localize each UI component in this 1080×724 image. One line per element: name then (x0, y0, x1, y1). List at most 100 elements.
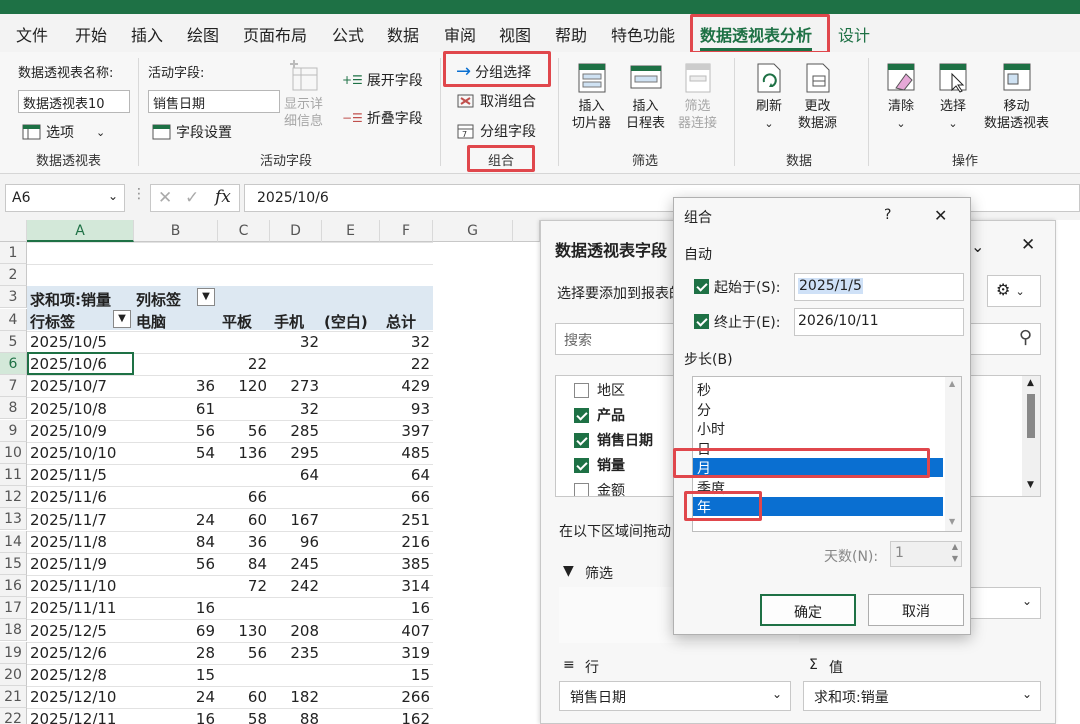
row-date-cell[interactable]: 2025/10/5 (30, 331, 134, 353)
ok-button[interactable]: 确定 (760, 594, 856, 626)
filter-connections-button[interactable]: 筛选 器连接 (678, 60, 717, 132)
field-item[interactable]: 销量 (574, 455, 625, 475)
group-field-button[interactable]: 7 分组字段 (456, 121, 536, 141)
tab-data[interactable]: 数据 (387, 22, 419, 46)
total-value-cell[interactable]: 162 (380, 708, 433, 724)
pane-close-icon[interactable]: ✕ (1021, 235, 1035, 255)
clear-button[interactable]: 清除 ⌄ (884, 60, 918, 132)
total-value-cell[interactable]: 251 (380, 509, 433, 531)
computer-value-cell[interactable]: 56 (134, 553, 218, 575)
insert-timeline-button[interactable]: 插入 日程表 (626, 60, 665, 132)
options-button[interactable]: 选项 ⌄ (22, 122, 105, 142)
phone-value-cell[interactable] (270, 353, 322, 375)
computer-value-cell[interactable] (134, 331, 218, 353)
total-value-cell[interactable]: 266 (380, 686, 433, 708)
values-area-field[interactable]: 求和项:销量 ⌄ (803, 681, 1041, 711)
row-date-cell[interactable]: 2025/11/6 (30, 486, 134, 508)
phone-value-cell[interactable]: 235 (270, 642, 322, 664)
phone-value-cell[interactable]: 273 (270, 375, 322, 397)
column-header-f[interactable]: F (380, 220, 433, 242)
help-icon[interactable]: ? (884, 207, 891, 223)
field-item[interactable]: 金额 (574, 480, 625, 496)
row-date-cell[interactable]: 2025/10/10 (30, 442, 134, 464)
start-auto-checkbox[interactable] (694, 279, 709, 294)
row-date-cell[interactable]: 2025/11/9 (30, 553, 134, 575)
cancel-button[interactable]: 取消 (868, 594, 964, 626)
total-value-cell[interactable]: 397 (380, 420, 433, 442)
total-value-cell[interactable]: 16 (380, 597, 433, 619)
total-value-cell[interactable]: 485 (380, 442, 433, 464)
computer-value-cell[interactable]: 61 (134, 398, 218, 420)
scroll-up-icon[interactable]: ▲ (1027, 378, 1034, 388)
phone-value-cell[interactable]: 32 (270, 398, 322, 420)
name-box[interactable]: A6 ⌄ (5, 184, 125, 212)
end-input[interactable]: 2026/10/11 (794, 308, 964, 336)
computer-value-cell[interactable]: 28 (134, 642, 218, 664)
row-date-cell[interactable]: 2025/10/8 (30, 398, 134, 420)
tablet-value-cell[interactable]: 56 (218, 642, 270, 664)
step-option[interactable]: 小时 (693, 419, 943, 438)
tablet-value-cell[interactable]: 60 (218, 686, 270, 708)
row-header[interactable]: 11 (0, 464, 27, 486)
tablet-value-cell[interactable]: 58 (218, 708, 270, 724)
row-header[interactable]: 5 (0, 330, 27, 353)
columns-dropdown-icon[interactable]: ⌄ (1022, 594, 1032, 608)
name-box-dropdown-icon[interactable]: ⌄ (108, 189, 118, 203)
step-scroll-down-icon[interactable]: ▼ (949, 517, 955, 526)
phone-value-cell[interactable]: 245 (270, 553, 322, 575)
row-date-cell[interactable]: 2025/11/5 (30, 464, 134, 486)
row-header[interactable]: 22 (0, 708, 27, 724)
tablet-value-cell[interactable]: 22 (218, 353, 270, 375)
tab-design[interactable]: 设计 (838, 22, 870, 46)
row-header[interactable]: 6 (0, 353, 27, 375)
computer-value-cell[interactable] (134, 486, 218, 508)
total-value-cell[interactable]: 66 (380, 486, 433, 508)
field-checkbox[interactable] (574, 457, 589, 473)
row-date-cell[interactable]: 2025/11/7 (30, 509, 134, 531)
step-scroll-up-icon[interactable]: ▲ (949, 379, 955, 388)
computer-value-cell[interactable]: 69 (134, 620, 218, 642)
tablet-value-cell[interactable] (218, 597, 270, 619)
total-value-cell[interactable]: 93 (380, 398, 433, 420)
row-header[interactable]: 9 (0, 419, 27, 442)
pane-options-icon[interactable]: ⌄ (971, 237, 984, 256)
row-header[interactable]: 21 (0, 686, 27, 708)
tablet-value-cell[interactable]: 36 (218, 531, 270, 553)
tab-formulas[interactable]: 公式 (332, 22, 364, 46)
start-input[interactable]: 2025/1/5 (794, 273, 964, 301)
tab-page-layout[interactable]: 页面布局 (243, 22, 307, 46)
collapse-field-button[interactable]: −☰ 折叠字段 (342, 108, 423, 128)
column-header-a[interactable]: A (27, 220, 134, 242)
row-header[interactable]: 16 (0, 575, 27, 597)
field-settings-button[interactable]: 字段设置 (152, 122, 232, 142)
phone-value-cell[interactable] (270, 486, 322, 508)
row-header[interactable]: 4 (0, 308, 27, 331)
tab-help[interactable]: 帮助 (555, 22, 587, 46)
rows-field-dropdown-icon[interactable]: ⌄ (772, 687, 782, 701)
computer-value-cell[interactable] (134, 353, 218, 375)
total-value-cell[interactable]: 319 (380, 642, 433, 664)
row-date-cell[interactable]: 2025/10/7 (30, 375, 134, 397)
phone-value-cell[interactable]: 285 (270, 420, 322, 442)
computer-value-cell[interactable]: 36 (134, 375, 218, 397)
row-header[interactable]: 7 (0, 375, 27, 398)
row-header[interactable]: 17 (0, 597, 27, 620)
pane-settings-button[interactable]: ⚙ ⌄ (987, 275, 1041, 307)
field-item[interactable]: 销售日期 (574, 430, 653, 450)
dialog-close-icon[interactable]: ✕ (934, 206, 947, 225)
computer-value-cell[interactable]: 16 (134, 597, 218, 619)
row-header[interactable]: 14 (0, 530, 27, 553)
change-data-source-button[interactable]: 更改 数据源 (798, 60, 837, 132)
tablet-value-cell[interactable] (218, 398, 270, 420)
field-checkbox[interactable] (574, 432, 589, 448)
computer-value-cell[interactable]: 24 (134, 509, 218, 531)
values-field-dropdown-icon[interactable]: ⌄ (1022, 687, 1032, 701)
insert-slicer-button[interactable]: 插入 切片器 (572, 60, 611, 132)
row-header[interactable]: 13 (0, 508, 27, 531)
row-date-cell[interactable]: 2025/12/10 (30, 686, 134, 708)
row-header[interactable]: 10 (0, 441, 27, 464)
phone-value-cell[interactable]: 167 (270, 509, 322, 531)
total-value-cell[interactable]: 314 (380, 575, 433, 597)
computer-value-cell[interactable]: 15 (134, 664, 218, 686)
days-input[interactable]: 1 ▲ ▼ (890, 541, 962, 567)
